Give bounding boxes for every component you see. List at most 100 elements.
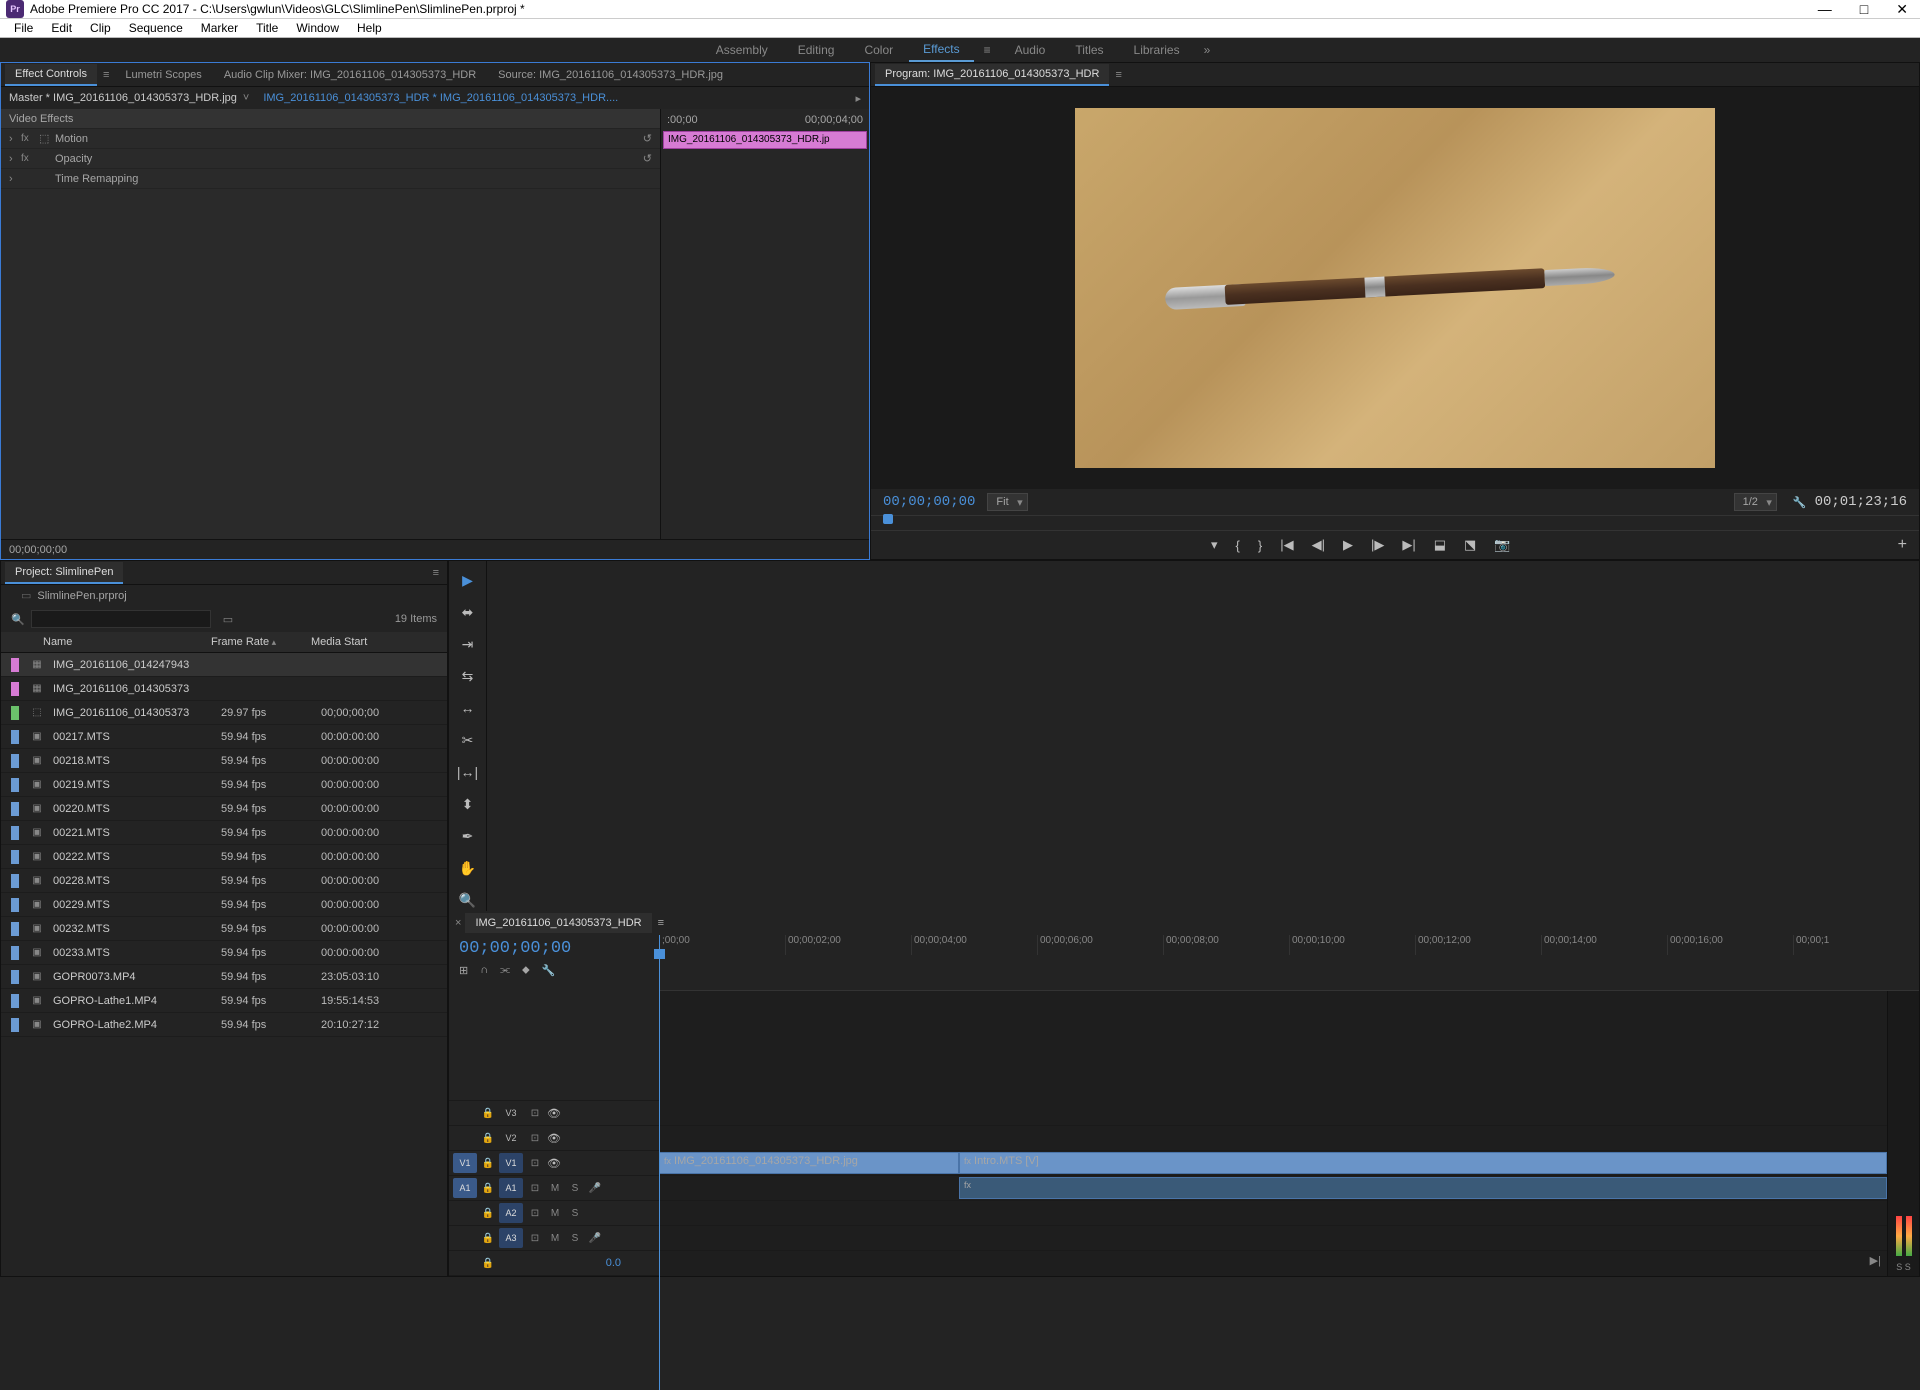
workspace-color[interactable]: Color: [850, 39, 907, 61]
effect-opacity[interactable]: ›fx Opacity ↺: [1, 149, 660, 169]
track-header-v3[interactable]: 🔒 V3 ⊡ 👁: [449, 1101, 659, 1126]
menu-clip[interactable]: Clip: [82, 19, 119, 37]
label-swatch[interactable]: [11, 946, 19, 960]
project-item[interactable]: ▣GOPRO-Lathe2.MP459.94 fps20:10:27:12: [1, 1013, 447, 1037]
workspace-titles[interactable]: Titles: [1061, 39, 1117, 61]
effect-time-remapping[interactable]: › Time Remapping: [1, 169, 660, 189]
label-swatch[interactable]: [11, 874, 19, 888]
sync-lock-icon[interactable]: ⊡: [527, 1233, 543, 1244]
extract-button[interactable]: ⬔: [1464, 537, 1476, 553]
target-track-a1[interactable]: A1: [499, 1178, 523, 1198]
tab-effect-controls[interactable]: Effect Controls: [5, 64, 97, 86]
target-track-v1[interactable]: V1: [499, 1153, 523, 1173]
rate-stretch-tool[interactable]: ↔: [457, 697, 479, 719]
rolling-edit-tool[interactable]: ⇆: [457, 665, 479, 687]
clip-audio-1[interactable]: fx: [959, 1177, 1887, 1199]
reset-icon[interactable]: ↺: [643, 152, 652, 165]
close-button[interactable]: ✕: [1896, 1, 1908, 18]
lock-icon[interactable]: 🔒: [481, 1208, 495, 1219]
workspace-effects[interactable]: Effects: [909, 38, 973, 62]
tab-sequence[interactable]: IMG_20161106_014305373_HDR: [465, 913, 651, 933]
column-media-start[interactable]: Media Start: [311, 636, 411, 648]
track-v1[interactable]: fxIMG_20161106_014305373_HDR.jpg fxIntro…: [659, 1151, 1887, 1176]
menu-window[interactable]: Window: [288, 19, 347, 37]
eye-icon[interactable]: 👁: [547, 1132, 563, 1145]
program-time-ruler[interactable]: [871, 515, 1919, 531]
panel-menu-icon[interactable]: ≡: [1111, 69, 1125, 81]
mute-button[interactable]: M: [547, 1183, 563, 1194]
button-editor-add[interactable]: +: [1898, 536, 1907, 554]
step-forward-button[interactable]: |▶: [1371, 537, 1384, 553]
target-track-a3[interactable]: A3: [499, 1228, 523, 1248]
mark-in-button[interactable]: {: [1236, 538, 1240, 553]
go-to-in-button[interactable]: |◀: [1280, 537, 1293, 553]
linked-selection-icon[interactable]: ⫘: [500, 964, 510, 977]
add-marker-button[interactable]: ▾: [1211, 537, 1218, 553]
play-button[interactable]: ▶: [1343, 537, 1353, 553]
track-v2[interactable]: [659, 1126, 1887, 1151]
project-item[interactable]: ▣GOPR0073.MP459.94 fps23:05:03:10: [1, 965, 447, 989]
timeline-timecode[interactable]: 00;00;00;00: [459, 939, 649, 958]
menu-title[interactable]: Title: [248, 19, 286, 37]
label-swatch[interactable]: [11, 682, 19, 696]
tab-project[interactable]: Project: SlimlinePen: [5, 562, 123, 584]
slide-tool[interactable]: ⬍: [457, 793, 479, 815]
project-item[interactable]: ▣00220.MTS59.94 fps00:00:00:00: [1, 797, 447, 821]
project-item[interactable]: ▣00221.MTS59.94 fps00:00:00:00: [1, 821, 447, 845]
label-swatch[interactable]: [11, 754, 19, 768]
track-header-v1[interactable]: V1 🔒 V1 ⊡ 👁: [449, 1151, 659, 1176]
workspace-audio[interactable]: Audio: [1001, 39, 1060, 61]
zoom-level[interactable]: 0.0: [606, 1257, 621, 1269]
track-header-a2[interactable]: 🔒 A2 ⊡ M S: [449, 1201, 659, 1226]
project-search-input[interactable]: [31, 610, 211, 628]
track-header-v2[interactable]: 🔒 V2 ⊡ 👁: [449, 1126, 659, 1151]
mute-button[interactable]: M: [547, 1208, 563, 1219]
workspace-libraries[interactable]: Libraries: [1120, 39, 1194, 61]
sync-lock-icon[interactable]: ⊡: [527, 1108, 543, 1119]
panel-menu-icon[interactable]: ≡: [99, 69, 113, 81]
solo-button[interactable]: S: [567, 1233, 583, 1244]
effect-motion[interactable]: ›fx⬚ Motion ↺: [1, 129, 660, 149]
label-swatch[interactable]: [11, 658, 19, 672]
marker-icon[interactable]: ⬥: [522, 964, 530, 977]
ec-current-time[interactable]: 00;00;00;00: [9, 544, 67, 556]
effect-keyframe-timeline[interactable]: :00;00 00;00;04;00 IMG_20161106_01430537…: [661, 109, 869, 539]
workspace-menu-icon[interactable]: ≡: [976, 39, 999, 61]
label-swatch[interactable]: [11, 778, 19, 792]
project-item[interactable]: ▣00228.MTS59.94 fps00:00:00:00: [1, 869, 447, 893]
new-bin-icon[interactable]: ▭: [223, 613, 233, 626]
timeline-playhead[interactable]: [659, 935, 660, 1390]
menu-edit[interactable]: Edit: [43, 19, 80, 37]
clip-video-2[interactable]: fxIntro.MTS [V]: [959, 1152, 1887, 1174]
track-a2[interactable]: [659, 1201, 1887, 1226]
track-header-a1[interactable]: A1 🔒 A1 ⊡ M S 🎤: [449, 1176, 659, 1201]
maximize-button[interactable]: □: [1860, 1, 1868, 18]
column-name[interactable]: Name: [11, 636, 211, 648]
workspace-assembly[interactable]: Assembly: [702, 39, 782, 61]
project-item[interactable]: ▦IMG_20161106_014305373: [1, 677, 447, 701]
playhead-icon[interactable]: [883, 514, 893, 524]
sync-lock-icon[interactable]: ⊡: [527, 1133, 543, 1144]
go-to-out-button[interactable]: ▶|: [1402, 537, 1415, 553]
lock-icon[interactable]: 🔒: [481, 1183, 495, 1194]
mark-out-button[interactable]: }: [1258, 538, 1262, 553]
tab-audio-clip-mixer[interactable]: Audio Clip Mixer: IMG_20161106_014305373…: [214, 65, 486, 85]
source-patch-v1[interactable]: V1: [453, 1153, 477, 1173]
program-viewer[interactable]: [871, 87, 1919, 489]
settings-icon[interactable]: 🔧: [542, 964, 556, 977]
play-arrow-icon[interactable]: ▸: [855, 92, 861, 105]
resolution-select[interactable]: 1/2: [1734, 493, 1777, 511]
project-item[interactable]: ▣00217.MTS59.94 fps00:00:00:00: [1, 725, 447, 749]
nest-toggle-icon[interactable]: ⊞: [459, 964, 468, 977]
voice-over-icon[interactable]: 🎤: [587, 1233, 603, 1244]
label-swatch[interactable]: [11, 706, 19, 720]
voice-over-icon[interactable]: 🎤: [587, 1183, 603, 1194]
label-swatch[interactable]: [11, 730, 19, 744]
pen-tool[interactable]: ✒: [457, 825, 479, 847]
eye-icon[interactable]: 👁: [547, 1157, 563, 1170]
project-item-list[interactable]: ▦IMG_20161106_014247943▦IMG_20161106_014…: [1, 653, 447, 1276]
project-item[interactable]: ▣00218.MTS59.94 fps00:00:00:00: [1, 749, 447, 773]
tab-source[interactable]: Source: IMG_20161106_014305373_HDR.jpg: [488, 65, 733, 85]
project-item[interactable]: ▣00229.MTS59.94 fps00:00:00:00: [1, 893, 447, 917]
menu-marker[interactable]: Marker: [193, 19, 246, 37]
